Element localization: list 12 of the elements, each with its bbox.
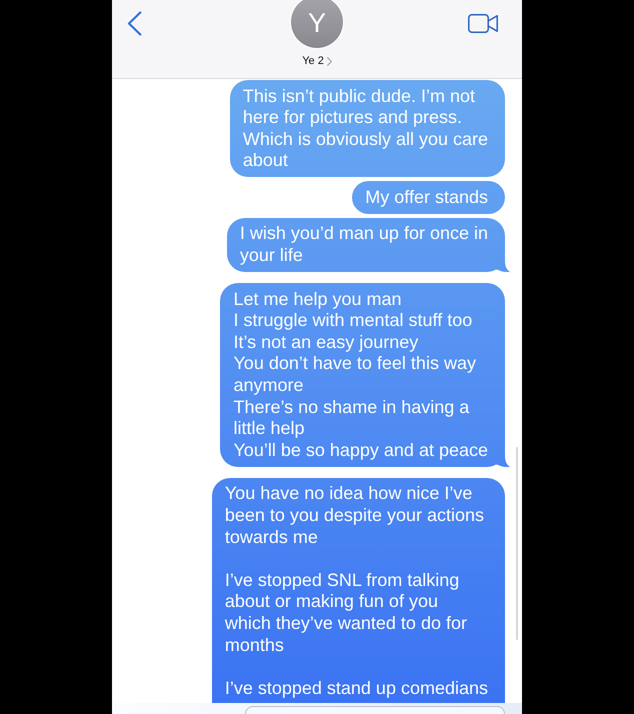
message-field[interactable] bbox=[245, 706, 505, 714]
video-camera-icon bbox=[468, 14, 498, 33]
message-bubble: You have no idea how nice I’ve been to you despite your actions towards me I’ve stopped SNL from talking about or making fun of you which they’ve wanted to do for months I’ve stopped stand up comedians bbox=[212, 478, 505, 703]
message-bubble: This isn’t public dude. I’m not here for pictures and press. Which is obviously all you care about bbox=[230, 80, 505, 178]
chevron-left-icon bbox=[127, 11, 142, 36]
message-bubble: My offer stands bbox=[352, 181, 505, 214]
contact-name-button[interactable]: Ye 2 bbox=[302, 53, 332, 69]
message-bubble: Let me help you man I struggle with mental stuff too It’s not an easy journey You don’t have to feel this way anymore There’s no shame in having a little help You’ll be so happy and at peace bbox=[220, 283, 505, 467]
message-bubble: I wish you’d man up for once in your life bbox=[226, 218, 505, 272]
video-call-button[interactable] bbox=[468, 14, 498, 33]
back-button[interactable] bbox=[127, 11, 142, 36]
chevron-right-icon bbox=[326, 56, 332, 66]
